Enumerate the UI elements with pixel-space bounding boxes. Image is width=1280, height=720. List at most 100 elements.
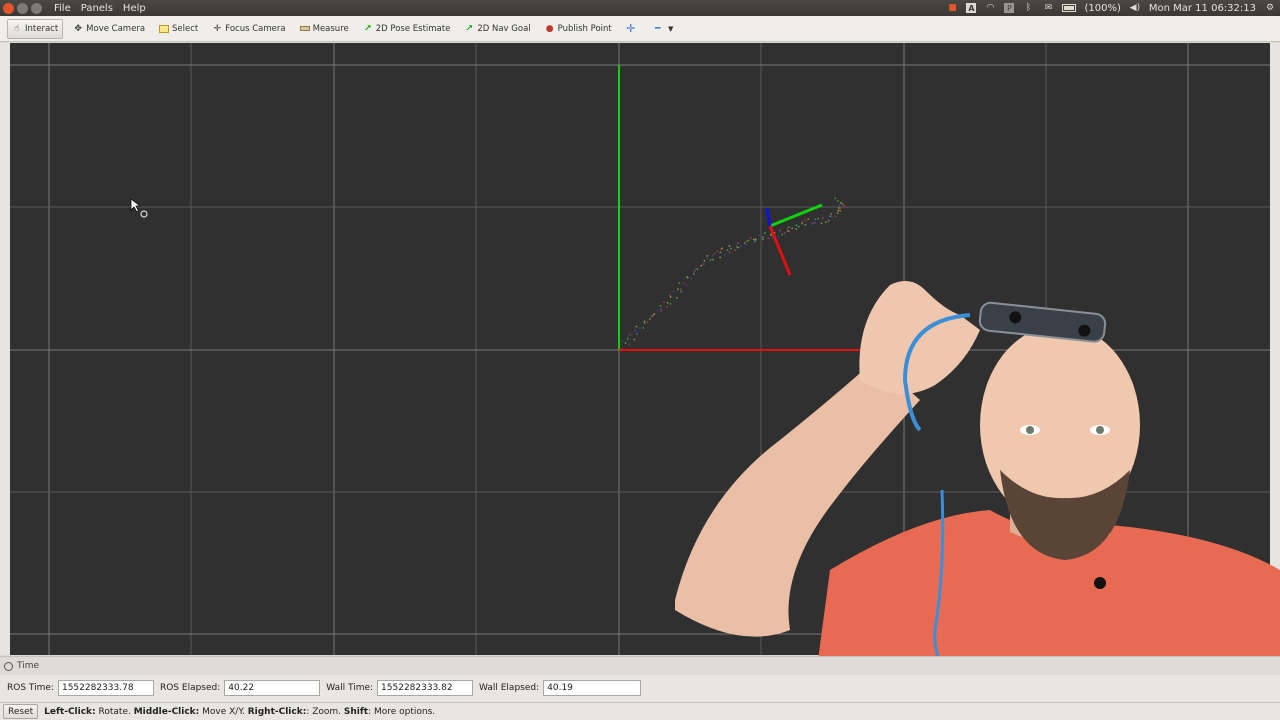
trajectory-point	[669, 294, 671, 297]
menu-file[interactable]: File	[54, 3, 71, 14]
move-camera-tool-button[interactable]: ✥ Move Camera	[69, 19, 149, 39]
left-dock-splitter[interactable]	[0, 43, 10, 655]
move-camera-icon: ✥	[74, 23, 82, 34]
trajectory-point	[804, 219, 807, 222]
trajectory-point	[635, 332, 638, 335]
trajectory-point	[757, 234, 760, 237]
reset-button[interactable]: Reset	[3, 704, 39, 719]
trajectory-point	[834, 215, 837, 218]
battery-icon[interactable]	[1062, 4, 1077, 12]
right-dock-splitter[interactable]	[1270, 43, 1280, 655]
bluetooth-icon[interactable]: ᛒ	[1022, 3, 1034, 13]
trajectory-point	[633, 338, 636, 341]
menu-help[interactable]: Help	[123, 3, 146, 14]
window-maximize-button[interactable]	[31, 2, 42, 14]
trajectory-point	[686, 276, 689, 279]
trajectory-point	[813, 218, 816, 221]
tool-label: Measure	[312, 23, 349, 34]
nav-goal-tool-button[interactable]: ↗ 2D Nav Goal	[460, 19, 534, 39]
wall-time-field[interactable]: 1552282333.82	[377, 680, 474, 696]
trajectory-point	[627, 335, 630, 337]
trajectory-point	[811, 223, 813, 225]
trajectory-point	[829, 215, 832, 218]
trajectory-point	[842, 204, 845, 206]
window-minimize-button[interactable]	[17, 2, 28, 14]
tool-label: Move Camera	[86, 23, 146, 34]
trajectory-point	[837, 209, 840, 212]
trajectory-point	[786, 227, 789, 230]
app-indicator-icon[interactable]: P	[1004, 3, 1015, 13]
render-viewport[interactable]	[10, 43, 1270, 655]
trajectory-point	[728, 245, 731, 247]
time-panel-title: Time	[17, 661, 40, 671]
ruler-icon	[299, 24, 310, 34]
trajectory-point	[621, 340, 624, 343]
trajectory-point	[680, 290, 683, 293]
ros-time-field[interactable]: 1552282333.78	[57, 680, 154, 696]
trajectory-point	[817, 217, 820, 220]
gear-icon[interactable]: ⚙	[1264, 3, 1276, 13]
focus-camera-tool-button[interactable]: ✛ Focus Camera	[208, 19, 289, 39]
trajectory-point	[827, 218, 830, 221]
wall-elapsed-label: Wall Elapsed:	[479, 683, 540, 693]
right-click-key: Right-Click:	[247, 706, 307, 717]
pose-estimate-tool-button[interactable]: ↗ 2D Pose Estimate	[359, 19, 455, 39]
trajectory-point	[794, 224, 796, 227]
trajectory-point	[706, 254, 709, 257]
trajectory-point	[834, 197, 837, 200]
ros-elapsed-field[interactable]: 40.22	[224, 680, 321, 696]
publish-point-tool-button[interactable]: ● Publish Point	[541, 19, 616, 39]
trajectory-point	[646, 321, 649, 323]
trajectory-point	[719, 251, 722, 254]
battery-fill	[1064, 6, 1075, 10]
trajectory-point	[740, 245, 742, 248]
trajectory-point	[752, 241, 755, 244]
trajectory-point	[662, 301, 665, 304]
mail-icon[interactable]: ✉	[1042, 3, 1054, 13]
tool-label: Focus Camera	[225, 23, 286, 34]
trajectory-point	[690, 277, 693, 280]
window-close-button[interactable]	[3, 2, 14, 14]
trajectory-point	[659, 308, 662, 310]
trajectory-point	[783, 232, 786, 234]
battery-percent: (100%)	[1084, 2, 1121, 14]
trajectory-point	[839, 209, 841, 212]
trajectory-point	[643, 320, 646, 323]
trajectory-point	[638, 327, 641, 330]
trajectory-point	[788, 226, 790, 229]
trajectory-point	[814, 222, 817, 224]
select-tool-button[interactable]: Select	[155, 19, 202, 39]
middle-click-key: Middle-Click:	[133, 706, 200, 717]
trajectory-point	[685, 284, 688, 287]
plus-icon: ✛	[626, 22, 636, 35]
pose-z-axis	[765, 207, 772, 227]
trajectory-point	[721, 247, 724, 250]
video-camera-icon[interactable]: ■	[946, 3, 958, 13]
measure-tool-button[interactable]: Measure	[296, 19, 353, 39]
wall-elapsed-field[interactable]: 40.19	[543, 680, 642, 696]
system-tray: ■ A ◠ P ᛒ ✉ (100%) ◀) Mon Mar 11 06:32:1…	[946, 0, 1280, 16]
trajectory-point	[771, 236, 774, 239]
trajectory-point	[726, 249, 729, 252]
keyboard-layout-icon[interactable]: A	[966, 3, 977, 13]
trajectory-point	[666, 305, 669, 308]
volume-icon[interactable]: ◀)	[1129, 3, 1141, 13]
trajectory-point	[730, 247, 733, 250]
add-tool-button[interactable]: ✛	[622, 19, 643, 39]
remove-tool-button[interactable]: ━ ▼	[649, 19, 683, 39]
trajectory-point	[807, 218, 810, 221]
status-help-text: Left-Click: Rotate. Middle-Click: Move X…	[44, 707, 435, 717]
trajectory-point	[660, 309, 663, 312]
interact-tool-button[interactable]: ☝ Interact	[7, 18, 64, 39]
wifi-icon[interactable]: ◠	[984, 3, 996, 13]
map-pin-icon: ●	[545, 23, 554, 34]
menu-panels[interactable]: Panels	[81, 3, 113, 14]
menu-bar: File Panels Help ■ A ◠ P ᛒ ✉ (100%) ◀) M…	[0, 0, 1280, 16]
clock[interactable]: Mon Mar 11 06:32:13	[1149, 3, 1256, 14]
trajectory-point	[736, 245, 738, 248]
trajectory-point	[666, 301, 669, 304]
trajectory-point	[713, 252, 716, 255]
trajectory-point	[763, 231, 766, 234]
trajectory-point	[728, 251, 731, 254]
trajectory-point	[821, 217, 824, 219]
